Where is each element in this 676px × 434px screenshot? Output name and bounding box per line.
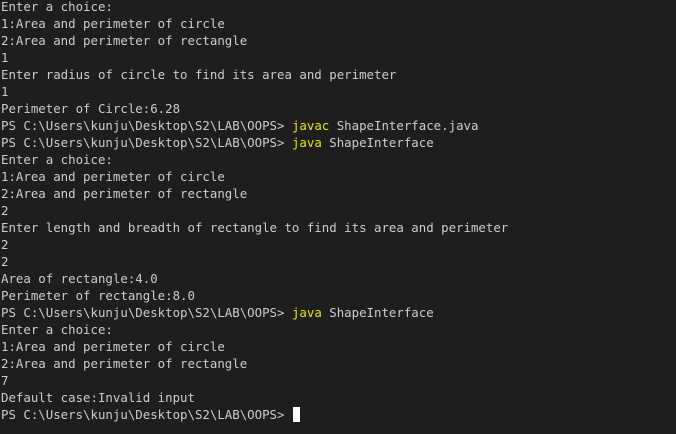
command-line: PS C:\Users\kunju\Desktop\S2\LAB\OOPS> j… bbox=[1, 134, 676, 151]
text-cursor bbox=[292, 407, 300, 422]
output-line: Perimeter of Circle:6.28 bbox=[1, 101, 181, 116]
active-prompt-line[interactable]: PS C:\Users\kunju\Desktop\S2\LAB\OOPS> bbox=[1, 406, 676, 423]
command-line: PS C:\Users\kunju\Desktop\S2\LAB\OOPS> j… bbox=[1, 304, 676, 321]
output-line: Enter a choice: bbox=[1, 152, 113, 167]
command-args: ShapeInterface bbox=[321, 305, 434, 320]
output-line: 2:Area and perimeter of rectangle bbox=[1, 356, 248, 371]
output-line: Default case:Invalid input bbox=[1, 390, 195, 405]
output-line: Area of rectangle:4.0 bbox=[1, 271, 158, 286]
output-line: Enter a choice: bbox=[1, 0, 113, 14]
prompt: PS C:\Users\kunju\Desktop\S2\LAB\OOPS> bbox=[1, 118, 292, 133]
output-line: Enter radius of circle to find its area … bbox=[1, 67, 397, 82]
command-line: PS C:\Users\kunju\Desktop\S2\LAB\OOPS> j… bbox=[1, 117, 676, 134]
prompt: PS C:\Users\kunju\Desktop\S2\LAB\OOPS> bbox=[1, 135, 292, 150]
command-name: javac bbox=[291, 118, 330, 133]
output-line: 1:Area and perimeter of circle bbox=[1, 16, 225, 31]
terminal-window[interactable]: Enter a choice: 1:Area and perimeter of … bbox=[0, 0, 676, 434]
output-line: 7 bbox=[1, 373, 9, 388]
prompt: PS C:\Users\kunju\Desktop\S2\LAB\OOPS> bbox=[1, 407, 292, 422]
output-line: 1 bbox=[1, 84, 9, 99]
prompt: PS C:\Users\kunju\Desktop\S2\LAB\OOPS> bbox=[1, 305, 292, 320]
command-name: java bbox=[291, 135, 322, 150]
output-line: 2:Area and perimeter of rectangle bbox=[1, 186, 248, 201]
output-line: 2 bbox=[1, 254, 9, 269]
output-line: Perimeter of rectangle:8.0 bbox=[1, 288, 195, 303]
output-line: Enter a choice: bbox=[1, 322, 113, 337]
command-name: java bbox=[291, 305, 322, 320]
command-args: ShapeInterface.java bbox=[329, 118, 479, 133]
output-line: 2 bbox=[1, 237, 9, 252]
output-line: 2:Area and perimeter of rectangle bbox=[1, 33, 248, 48]
output-line: 1:Area and perimeter of circle bbox=[1, 339, 225, 354]
output-line: 1 bbox=[1, 50, 9, 65]
output-line: Enter length and breadth of rectangle to… bbox=[1, 220, 509, 235]
output-line: 1:Area and perimeter of circle bbox=[1, 169, 225, 184]
output-line: 2 bbox=[1, 203, 9, 218]
command-args: ShapeInterface bbox=[321, 135, 434, 150]
